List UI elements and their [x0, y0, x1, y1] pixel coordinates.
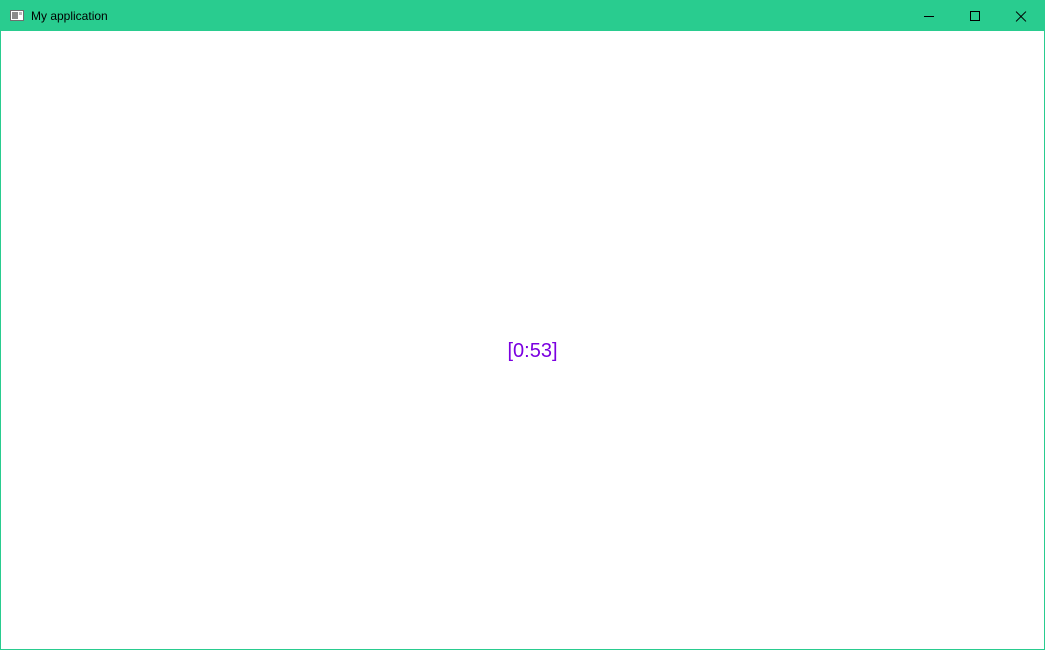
- application-window: My application [0:53]: [0, 0, 1045, 650]
- window-content: [0:53]: [1, 31, 1044, 649]
- maximize-button[interactable]: [952, 1, 998, 31]
- app-icon-pane: [12, 12, 18, 19]
- close-button[interactable]: [998, 1, 1044, 31]
- window-title: My application: [31, 9, 108, 23]
- app-icon-detail: [19, 12, 22, 15]
- timer-text: [0:53]: [507, 340, 558, 362]
- minimize-button[interactable]: [906, 1, 952, 31]
- app-icon[interactable]: [10, 10, 24, 21]
- title-bar[interactable]: My application: [1, 1, 1044, 31]
- window-controls: [906, 1, 1044, 31]
- maximize-icon: [970, 11, 980, 21]
- close-icon: [1015, 10, 1027, 22]
- minimize-icon: [924, 16, 934, 17]
